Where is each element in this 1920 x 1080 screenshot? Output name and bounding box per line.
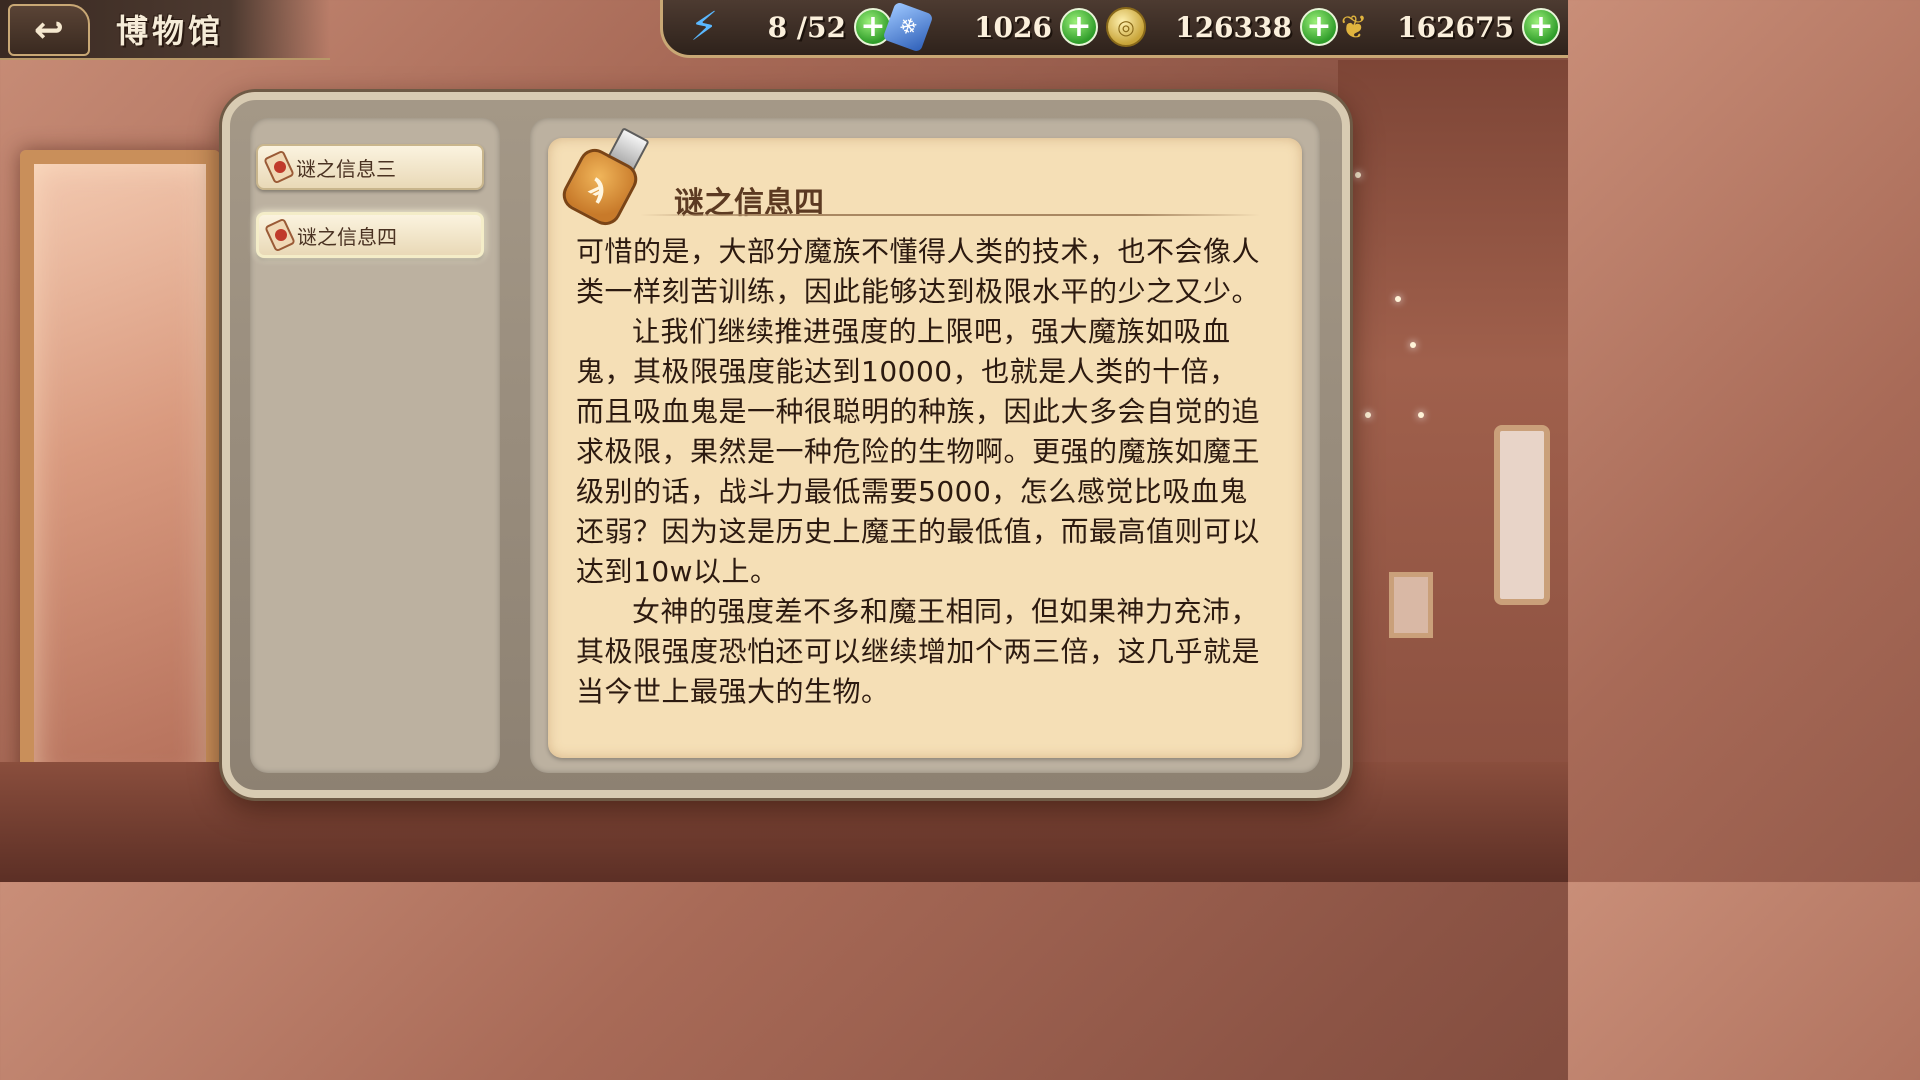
list-item-message-4[interactable]: 谜之信息四 xyxy=(256,212,484,258)
ceiling-light xyxy=(1410,342,1416,348)
resource-diamond: ❄ 1026 + xyxy=(882,1,1098,53)
back-arrow-icon: ↩ xyxy=(33,9,65,51)
add-feather-button[interactable]: + xyxy=(1522,8,1560,46)
content-paragraph: 可惜的是，大部分魔族不懂得人类的技术，也不会像人类一样刻苦训练，因此能够达到极限… xyxy=(576,235,1261,308)
background-portrait-frame xyxy=(1494,425,1550,605)
background-window xyxy=(20,150,220,800)
content-paragraph: 女神的强度差不多和魔王相同，但如果神力充沛，其极限强度恐怕还可以继续增加个两三倍… xyxy=(576,595,1261,708)
title-divider xyxy=(640,214,1260,216)
list-item-label: 谜之信息四 xyxy=(297,224,397,249)
resource-gold: ◎ 126338 + xyxy=(1106,6,1338,48)
add-gold-button[interactable]: + xyxy=(1300,8,1338,46)
back-button[interactable]: ↩ xyxy=(8,4,90,56)
scroll-icon xyxy=(262,149,296,185)
gold-value: 126338 xyxy=(1175,10,1292,44)
feather-icon: ❦ xyxy=(1340,8,1368,46)
resource-energy: ⚡ 8 /52 + xyxy=(684,4,892,50)
top-bar: ↩ 博物馆 ⚡ 8 /52 + ❄ 1026 + ◎ 126338 + ❦ 16… xyxy=(0,0,1568,62)
ceiling-light xyxy=(1355,172,1361,178)
usb-drive-icon: ϡ xyxy=(557,127,653,231)
content-paragraph: 让我们继续推进强度的上限吧，强大魔族如吸血鬼，其极限强度能达到10000，也就是… xyxy=(576,315,1261,588)
energy-value: 8 /52 xyxy=(767,10,846,44)
scroll-icon xyxy=(263,217,297,253)
lightning-icon: ⚡ xyxy=(689,4,719,50)
diamond-value: 1026 xyxy=(974,10,1052,44)
list-item-label: 谜之信息三 xyxy=(296,156,396,181)
add-diamond-button[interactable]: + xyxy=(1060,8,1098,46)
feather-value: 162675 xyxy=(1397,10,1514,44)
crystal-icon: ❄ xyxy=(882,1,934,53)
ceiling-light xyxy=(1365,412,1371,418)
page-title: 博物馆 xyxy=(116,12,225,50)
content-body: 可惜的是，大部分魔族不懂得人类的技术，也不会像人类一样刻苦训练，因此能够达到极限… xyxy=(576,232,1266,712)
ceiling-light xyxy=(1395,296,1401,302)
coin-icon: ◎ xyxy=(1106,7,1146,47)
background-small-frame xyxy=(1389,572,1433,638)
ceiling-light xyxy=(1418,412,1424,418)
resource-feather: ❦ 162675 + xyxy=(1334,6,1560,48)
list-item-message-3[interactable]: 谜之信息三 xyxy=(256,144,484,190)
